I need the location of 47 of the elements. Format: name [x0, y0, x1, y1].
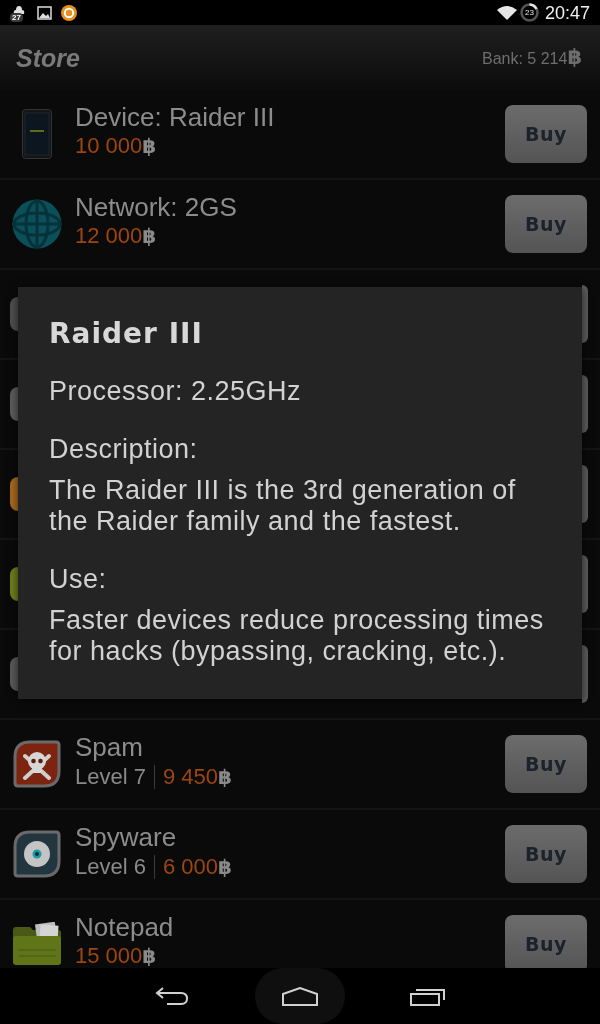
dialog-title: Raider III	[49, 317, 204, 351]
section-heading: Description:	[49, 433, 199, 465]
home-button[interactable]	[255, 968, 345, 1024]
button-edge	[582, 555, 588, 613]
clock-time: 20:47	[544, 1, 590, 24]
item-price: 10 000฿	[75, 135, 157, 157]
item-price: 12 000฿	[75, 225, 157, 247]
buy-button[interactable]: Buy	[505, 735, 587, 793]
skull-crossbones-icon	[12, 739, 62, 789]
button-edge	[582, 375, 588, 433]
image-icon	[37, 5, 52, 20]
item-price: 9 450฿	[162, 766, 232, 788]
button-edge	[582, 645, 588, 703]
recent-apps-icon	[410, 986, 446, 1006]
app-circle-icon	[61, 4, 77, 21]
cloud-icon	[13, 4, 25, 14]
bank-balance: Bank: 5 214฿	[481, 44, 582, 71]
item-price: 6 000฿	[162, 856, 232, 878]
item-title: Spyware	[75, 822, 178, 852]
section-text: The Raider III is the 3rd generation of the Raider family and the fastest.	[49, 475, 517, 537]
buy-button[interactable]: Buy	[505, 915, 587, 968]
home-icon	[282, 986, 318, 1006]
item-price: 15 000฿	[75, 945, 157, 967]
item-title: Network: 2GS	[75, 192, 238, 222]
wifi-icon	[496, 5, 517, 20]
button-edge	[582, 285, 588, 343]
phone-icon	[22, 109, 52, 159]
ring-icon	[519, 3, 539, 22]
ring-count: 23	[525, 8, 534, 17]
item-title: Notepad	[75, 912, 175, 942]
header-title: Store	[16, 42, 80, 73]
button-edge	[582, 465, 588, 523]
buy-button[interactable]: Buy	[505, 105, 587, 163]
item-level: Level 7	[75, 766, 146, 788]
back-arrow-icon	[155, 987, 189, 1005]
eye-icon	[12, 829, 62, 879]
processor-spec: Processor: 2.25GHz	[49, 375, 303, 407]
item-level: Level 6	[75, 856, 146, 878]
buy-button[interactable]: Buy	[505, 195, 587, 253]
item-title: Spam	[75, 732, 144, 762]
notification-count: 27	[10, 12, 23, 22]
section-text: Faster devices reduce processing times for hacks (bypassing, cracking, etc.).	[49, 605, 545, 667]
buy-button[interactable]: Buy	[505, 825, 587, 883]
globe-icon	[12, 199, 62, 249]
folder-icon	[12, 922, 62, 966]
item-title: Device: Raider III	[75, 102, 276, 132]
section-heading: Use:	[49, 563, 108, 595]
